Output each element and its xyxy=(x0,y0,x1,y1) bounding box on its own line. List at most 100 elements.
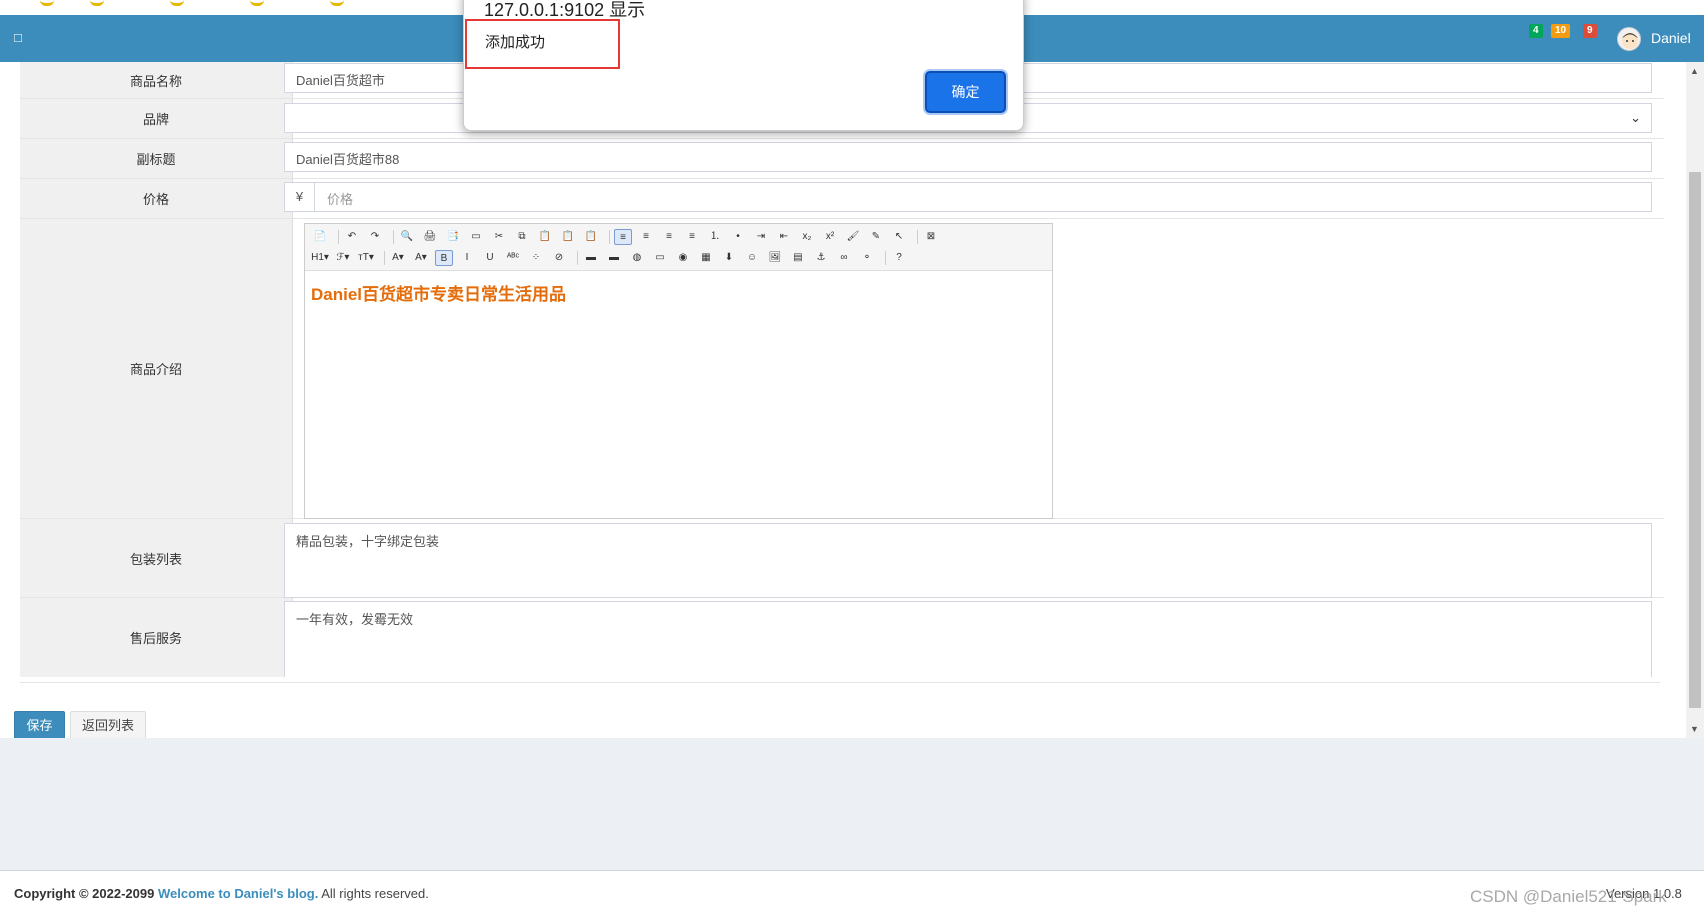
editor-tool-icon[interactable]: 📑 xyxy=(444,229,462,245)
editor-tool-icon[interactable]: ↷ xyxy=(366,229,384,245)
editor-tool-icon[interactable]: 🔍 xyxy=(398,229,416,245)
after-sales-label: 售后服务 xyxy=(20,598,293,677)
editor-tool-icon[interactable]: ▤ xyxy=(789,250,807,266)
editor-tool-icon[interactable]: 🖨 xyxy=(421,229,439,245)
page-footer: Copyright © 2022-2099 Welcome to Daniel'… xyxy=(0,870,1704,916)
brand-label: 品牌 xyxy=(20,99,293,138)
chevron-down-icon: ⌄ xyxy=(1630,110,1641,125)
editor-tool-icon[interactable]: B xyxy=(435,250,453,266)
introduction-label: 商品介绍 xyxy=(20,219,293,518)
editor-tool-icon[interactable]: ⇤ xyxy=(775,229,793,245)
page-scrollbar[interactable]: ▲ ▼ xyxy=(1686,62,1704,738)
tasks-badge[interactable]: 9 xyxy=(1583,24,1597,38)
save-button[interactable]: 保存 xyxy=(14,711,65,740)
editor-tool-icon[interactable]: 🖼 xyxy=(766,250,784,266)
editor-content[interactable]: Daniel百货超市专卖日常生活用品 xyxy=(311,280,566,305)
editor-tool-icon[interactable]: ≡ xyxy=(683,229,701,245)
package-list-textarea[interactable]: 精品包装，十字绑定包装 xyxy=(284,523,1652,598)
editor-tool-icon[interactable]: ℱ▾ xyxy=(334,250,352,266)
editor-tool-icon[interactable]: 🖌 xyxy=(844,229,862,245)
back-to-list-button[interactable]: 返回列表 xyxy=(70,711,146,740)
rich-text-editor: 📄 ↶ ↷ 🔍 🖨 📑 ▭ ✂ ⧉ 📋 📋 📋 ≡ ≡ ≡ ≡ ⒈ • ⇥ ⇤ x₂ x² 🖌 ✎ ↖ ⊠ H1▾ ℱ▾ ᴛT▾ A▾ A… xyxy=(304,223,1053,519)
editor-tool-icon[interactable]: ▭ xyxy=(651,250,669,266)
user-name[interactable]: Daniel xyxy=(1651,30,1691,46)
editor-tool-icon[interactable]: ᴬᴮᶜ xyxy=(504,250,522,266)
editor-tool-icon[interactable]: ⚬ xyxy=(858,250,876,266)
toolbar-separator xyxy=(577,251,578,265)
user-avatar[interactable] xyxy=(1617,27,1641,51)
editor-tool-icon[interactable]: ⊘ xyxy=(550,250,568,266)
editor-tool-icon[interactable]: A▾ xyxy=(389,250,407,266)
sidebar-toggle-icon[interactable]: □ xyxy=(14,30,22,45)
toolbar-separator xyxy=(885,251,886,265)
editor-tool-icon[interactable]: ᴛT▾ xyxy=(357,250,375,266)
editor-toolbar: 📄 ↶ ↷ 🔍 🖨 📑 ▭ ✂ ⧉ 📋 📋 📋 ≡ ≡ ≡ ≡ ⒈ • ⇥ ⇤ x₂ x² 🖌 ✎ ↖ ⊠ H1▾ ℱ▾ ᴛT▾ A▾ A… xyxy=(305,224,1052,271)
dialog-ok-button[interactable]: 确定 xyxy=(925,71,1006,113)
editor-tool-icon[interactable]: ⧉ xyxy=(513,229,531,245)
editor-tool-icon[interactable]: U xyxy=(481,250,499,266)
editor-toolbar-row-1: 📄 ↶ ↷ 🔍 🖨 📑 ▭ ✂ ⧉ 📋 📋 📋 ≡ ≡ ≡ ≡ ⒈ • ⇥ ⇤ x₂ x² 🖌 ✎ ↖ ⊠ xyxy=(311,228,945,246)
editor-tool-icon[interactable]: ✂ xyxy=(490,229,508,245)
toolbar-separator xyxy=(609,230,610,244)
editor-tool-icon[interactable]: ↖ xyxy=(890,229,908,245)
product-name-label: 商品名称 xyxy=(20,62,293,98)
toolbar-separator xyxy=(338,230,339,244)
editor-tool-icon[interactable]: A▾ xyxy=(412,250,430,266)
editor-tool-icon[interactable]: ◉ xyxy=(674,250,692,266)
editor-tool-icon[interactable]: ≡ xyxy=(637,229,655,245)
editor-tool-icon[interactable]: ▭ xyxy=(467,229,485,245)
editor-tool-icon[interactable]: H1▾ xyxy=(311,250,329,266)
toolbar-separator xyxy=(917,230,918,244)
editor-tool-icon[interactable]: x² xyxy=(821,229,839,245)
notifications-badge[interactable]: 10 xyxy=(1551,24,1571,38)
scroll-down-icon[interactable]: ▼ xyxy=(1690,724,1699,734)
editor-tool-icon[interactable]: ⚓ xyxy=(812,250,830,266)
price-placeholder: 价格 xyxy=(327,192,354,207)
editor-tool-icon[interactable]: ≡ xyxy=(614,229,632,245)
editor-tool-icon[interactable]: 📋 xyxy=(559,229,577,245)
editor-tool-icon[interactable]: ⬇ xyxy=(720,250,738,266)
editor-tool-icon[interactable]: ◍ xyxy=(628,250,646,266)
editor-tool-icon[interactable]: 📋 xyxy=(582,229,600,245)
alert-dialog: 127.0.0.1:9102 显示 添加成功 确定 xyxy=(463,0,1024,131)
watermark-text: CSDN @Daniel521-Spark xyxy=(1470,887,1667,906)
rights-text: All rights reserved. xyxy=(321,886,429,901)
editor-tool-icon[interactable]: 📋 xyxy=(536,229,554,245)
subtitle-label: 副标题 xyxy=(20,139,293,178)
form-divider xyxy=(20,682,1660,683)
editor-tool-icon[interactable]: ▦ xyxy=(697,250,715,266)
toolbar-separator xyxy=(393,230,394,244)
editor-tool-icon[interactable]: ≡ xyxy=(660,229,678,245)
blog-link[interactable]: Welcome to Daniel's blog. xyxy=(158,886,318,901)
toolbar-separator xyxy=(384,251,385,265)
editor-toolbar-row-2: H1▾ ℱ▾ ᴛT▾ A▾ A▾ B I Uᴬᴮᶜ ⁘ ⊘ ▬ ▬ ◍ ▭ ◉ ▦ ⬇ ☺ 🖼 ▤ ⚓ ∞ ⚬? xyxy=(311,249,913,267)
messages-badge[interactable]: 4 xyxy=(1529,24,1543,38)
currency-addon: ¥ xyxy=(285,183,315,211)
editor-tool-icon[interactable]: ▬ xyxy=(582,250,600,266)
price-label: 价格 xyxy=(20,179,293,218)
copyright-text: Copyright © 2022-2099 Welcome to Daniel'… xyxy=(14,886,429,901)
editor-tool-icon[interactable]: ▬ xyxy=(605,250,623,266)
editor-tool-icon[interactable]: ⁘ xyxy=(527,250,545,266)
editor-tool-icon[interactable]: I xyxy=(458,250,476,266)
subtitle-input[interactable]: Daniel百货超市88 xyxy=(284,142,1652,172)
editor-tool-icon[interactable]: ⇥ xyxy=(752,229,770,245)
editor-tool-icon[interactable]: ↶ xyxy=(343,229,361,245)
editor-tool-icon[interactable]: x₂ xyxy=(798,229,816,245)
main-content: 商品名称 Daniel百货超市 品牌 ⌄ 副标题 Daniel百货超市88 价格… xyxy=(0,62,1704,738)
scrollbar-thumb[interactable] xyxy=(1689,172,1701,708)
editor-tool-icon[interactable]: ⒈ xyxy=(706,229,724,245)
editor-tool-icon[interactable]: • xyxy=(729,229,747,245)
content-background xyxy=(0,738,1704,870)
editor-tool-icon[interactable]: ? xyxy=(890,250,908,266)
editor-tool-icon[interactable]: 📄 xyxy=(311,229,329,245)
dialog-message: 添加成功 xyxy=(485,34,546,51)
package-list-label: 包装列表 xyxy=(20,519,293,597)
editor-tool-icon[interactable]: ☺ xyxy=(743,250,761,266)
editor-tool-icon[interactable]: ∞ xyxy=(835,250,853,266)
scroll-up-icon[interactable]: ▲ xyxy=(1690,66,1699,76)
editor-tool-icon[interactable]: ⊠ xyxy=(922,229,940,245)
price-input[interactable]: ¥ 价格 xyxy=(284,182,1652,212)
after-sales-textarea[interactable]: 一年有效，发霉无效 xyxy=(284,601,1652,677)
editor-tool-icon[interactable]: ✎ xyxy=(867,229,885,245)
